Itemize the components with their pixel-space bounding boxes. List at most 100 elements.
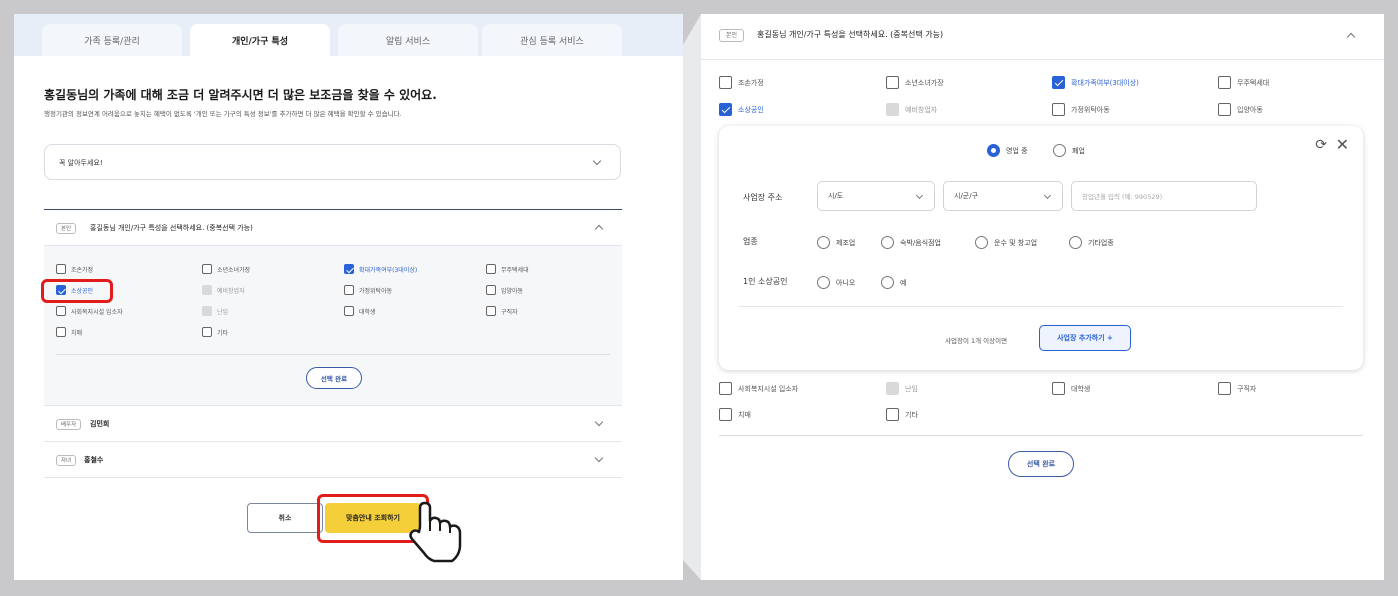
checkbox-icon bbox=[886, 408, 899, 421]
right-panel-zoom: 본인 홍길동님 개인/가구 특성을 선택하세요. (중복선택 가능) 조손가정 … bbox=[701, 14, 1384, 580]
checkbox-option[interactable]: 치매 bbox=[719, 408, 751, 421]
checkbox-disabled-icon bbox=[202, 285, 212, 295]
checkbox-option[interactable]: 대학생 bbox=[1052, 382, 1090, 395]
checkbox-icon bbox=[719, 76, 732, 89]
refresh-icon[interactable]: ⟳ bbox=[1315, 138, 1327, 152]
tab-alert[interactable]: 알림 서비스 bbox=[338, 24, 478, 56]
radio-option[interactable]: 예 bbox=[881, 276, 906, 289]
tab-personal[interactable]: 개인/가구 특성 bbox=[190, 24, 330, 56]
checkbox-disabled-icon bbox=[886, 382, 899, 395]
radio-icon bbox=[1053, 144, 1066, 157]
checkbox-icon bbox=[486, 285, 496, 295]
close-icon[interactable]: ✕ bbox=[1336, 137, 1349, 153]
member-spouse-header[interactable]: 배우자 김민희 bbox=[44, 406, 622, 442]
checkbox-icon bbox=[56, 306, 66, 316]
chevron-up-icon bbox=[594, 224, 604, 234]
checkbox-icon bbox=[56, 264, 66, 274]
select-done-button[interactable]: 선택 완료 bbox=[306, 367, 362, 389]
checkbox-option: 난임 bbox=[202, 306, 228, 316]
checkbox-option[interactable]: 소상공인 bbox=[719, 103, 764, 116]
checkbox-option[interactable]: 대학생 bbox=[344, 306, 376, 316]
radio-option[interactable]: 폐업 bbox=[1053, 144, 1085, 157]
checkbox-icon bbox=[1052, 382, 1065, 395]
radio-icon bbox=[1069, 236, 1082, 249]
radio-option[interactable]: 숙박/음식점업 bbox=[881, 236, 941, 249]
member-tag: 배우자 bbox=[56, 419, 82, 430]
checkbox-icon bbox=[1052, 103, 1065, 116]
radio-icon bbox=[817, 276, 830, 289]
page-title: 홍길동님의 가족에 대해 조금 더 알려주시면 더 많은 보조금을 찾을 수 있… bbox=[44, 88, 437, 102]
divider bbox=[719, 435, 1363, 436]
checkbox-disabled-icon bbox=[202, 306, 212, 316]
checkbox-icon bbox=[719, 382, 732, 395]
radio-icon bbox=[817, 236, 830, 249]
checkbox-option[interactable]: 치매 bbox=[56, 327, 82, 337]
checkbox-icon bbox=[202, 327, 212, 337]
chevron-up-icon bbox=[1346, 32, 1356, 42]
chevron-down-icon bbox=[915, 191, 924, 200]
tab-interest[interactable]: 관심 등록 서비스 bbox=[482, 24, 622, 56]
checkbox-icon bbox=[719, 408, 732, 421]
cancel-button[interactable]: 취소 bbox=[247, 503, 323, 533]
checkbox-option[interactable]: 조손가정 bbox=[719, 76, 764, 89]
checkbox-icon bbox=[486, 264, 496, 274]
add-business-button[interactable]: 사업장 추가하기 + bbox=[1039, 325, 1131, 351]
highlight-box bbox=[41, 279, 113, 303]
checkbox-option[interactable]: 가정위탁아동 bbox=[1052, 103, 1110, 116]
checkbox-option[interactable]: 가정위탁아동 bbox=[344, 285, 392, 295]
member-child-header[interactable]: 자녀 홍철수 bbox=[44, 442, 622, 478]
radio-option[interactable]: 아니오 bbox=[817, 276, 855, 289]
chevron-down-icon bbox=[594, 453, 604, 463]
member-tag: 본인 bbox=[56, 223, 77, 234]
radio-option[interactable]: 운수 및 창고업 bbox=[975, 236, 1037, 249]
checkbox-option[interactable]: 입양아동 bbox=[486, 285, 523, 295]
member-self-header[interactable]: 본인 홍길동님 개인/가구 특성을 선택하세요. (중복선택 가능) bbox=[44, 210, 622, 246]
notice-accordion[interactable]: 꼭 알아두세요! bbox=[44, 144, 621, 180]
checkbox-option[interactable]: 확대가족여부(3대이상) bbox=[1052, 76, 1139, 89]
sido-select[interactable]: 시/도 bbox=[817, 181, 935, 211]
business-detail-card: 영업 중 폐업 ⟳ ✕ 사업장 주소 시/도 시/군/구 창업년월 입력 (예:… bbox=[719, 126, 1363, 370]
member-self-label: 홍길동님 개인/가구 특성을 선택하세요. (중복선택 가능) bbox=[90, 224, 253, 232]
checkbox-option[interactable]: 무주택세대 bbox=[486, 264, 529, 274]
checkbox-option[interactable]: 기타 bbox=[202, 327, 228, 337]
checkbox-option[interactable]: 사회복지시설 입소자 bbox=[719, 382, 798, 395]
radio-option[interactable]: 제조업 bbox=[817, 236, 855, 249]
checkbox-option[interactable]: 기타 bbox=[886, 408, 918, 421]
checkbox-icon bbox=[1218, 76, 1231, 89]
checkbox-option[interactable]: 소년소녀가장 bbox=[202, 264, 250, 274]
industry-label: 업종 bbox=[743, 237, 758, 246]
checkbox-option[interactable]: 입양아동 bbox=[1218, 103, 1263, 116]
solo-business-label: 1인 소상공인 bbox=[743, 277, 788, 286]
radio-icon bbox=[881, 276, 894, 289]
checkbox-option: 예비창업자 bbox=[886, 103, 937, 116]
tab-family[interactable]: 가족 등록/관리 bbox=[42, 24, 182, 56]
checkbox-option[interactable]: 사회복지시설 입소자 bbox=[56, 306, 123, 316]
checkbox-option[interactable]: 구직자 bbox=[1218, 382, 1256, 395]
member-spouse-label: 김민희 bbox=[90, 420, 110, 428]
checkbox-icon bbox=[56, 327, 66, 337]
notice-label: 꼭 알아두세요! bbox=[59, 159, 103, 167]
member-child-label: 홍철수 bbox=[84, 456, 104, 464]
tab-bar: 가족 등록/관리 개인/가구 특성 알림 서비스 관심 등록 서비스 bbox=[14, 14, 683, 56]
checkbox-option[interactable]: 조손가정 bbox=[56, 264, 93, 274]
checkbox-option[interactable]: 무주택세대 bbox=[1218, 76, 1269, 89]
checkbox-option[interactable]: 소년소녀가장 bbox=[886, 76, 944, 89]
self-header-label: 홍길동님 개인/가구 특성을 선택하세요. (중복선택 가능) bbox=[757, 30, 944, 39]
multi-business-hint: 사업장이 1개 이상이면 bbox=[945, 337, 1008, 345]
checkbox-icon bbox=[344, 285, 354, 295]
member-tag: 자녀 bbox=[56, 455, 77, 466]
self-header[interactable]: 본인 홍길동님 개인/가구 특성을 선택하세요. (중복선택 가능) bbox=[701, 14, 1384, 60]
radio-option[interactable]: 기타업종 bbox=[1069, 236, 1114, 249]
radio-option[interactable]: 영업 중 bbox=[987, 144, 1028, 157]
member-tag: 본인 bbox=[719, 29, 745, 42]
sigungu-select[interactable]: 시/군/구 bbox=[943, 181, 1063, 211]
startup-date-input[interactable]: 창업년월 입력 (예: 990529) bbox=[1071, 181, 1257, 211]
radio-icon bbox=[975, 236, 988, 249]
chevron-down-icon bbox=[592, 156, 602, 166]
checkbox-disabled-icon bbox=[886, 103, 899, 116]
checkbox-option[interactable]: 구직자 bbox=[486, 306, 518, 316]
radio-icon bbox=[881, 236, 894, 249]
select-done-button[interactable]: 선택 완료 bbox=[1008, 451, 1074, 477]
divider bbox=[56, 354, 610, 355]
checkbox-option[interactable]: 확대가족여부(3대이상) bbox=[344, 264, 417, 274]
